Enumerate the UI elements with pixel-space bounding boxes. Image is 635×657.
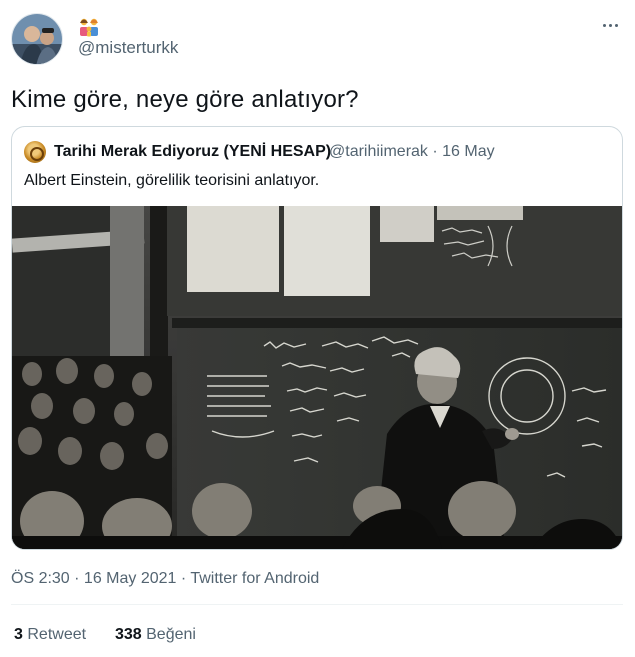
quoted-tweet-text: Albert Einstein, görelilik teorisini anl… [24,172,320,189]
author-avatar[interactable] [11,13,63,65]
quoted-author-name[interactable]: Tarihi Merak Ediyoruz (YENİ HESAP) [54,143,331,161]
like-label[interactable]: Beğeni [146,626,196,643]
quoted-author-handle-date[interactable]: @tarihiimerak · 16 May [329,143,495,161]
tweet-timestamp-source[interactable]: ÖS 2:30 · 16 May 2021 · Twitter for Andr… [11,570,319,588]
tweet-stats: 3 Retweet 338 Beğeni [14,626,196,644]
like-count[interactable]: 338 [115,626,142,643]
author-handle[interactable]: @misterturkk [78,38,178,58]
family-emoji-icon [78,17,100,37]
quoted-tweet[interactable]: Tarihi Merak Ediyoruz (YENİ HESAP) @tari… [11,126,623,550]
more-horizontal-icon[interactable] [599,14,621,36]
einstein-lecture-photo[interactable] [12,206,622,549]
tweet-card: @misterturkk Kime göre, neye göre anlatı… [0,0,635,657]
retweet-count[interactable]: 3 [14,626,23,643]
divider [11,604,623,605]
retweet-label[interactable]: Retweet [27,626,86,643]
quoted-author-avatar[interactable] [24,141,46,163]
tweet-text: Kime göre, neye göre anlatıyor? [11,86,359,113]
